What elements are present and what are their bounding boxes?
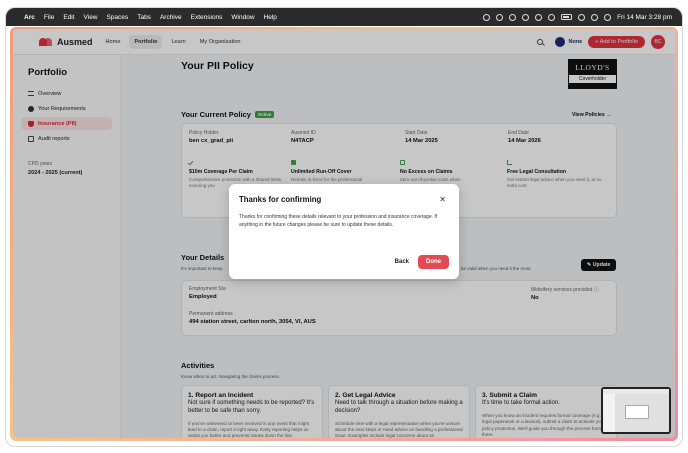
dialog-message: Thanks for confirming these details rele… xyxy=(239,214,438,228)
status-icon[interactable] xyxy=(548,13,556,21)
menu-extensions[interactable]: Extensions xyxy=(191,14,223,21)
status-icon[interactable] xyxy=(522,13,530,21)
wifi-icon[interactable] xyxy=(578,13,586,21)
mac-menubar: Arc File Edit View Spaces Tabs Archive E… xyxy=(6,8,682,26)
status-icon[interactable] xyxy=(483,13,491,21)
status-icon[interactable] xyxy=(535,13,543,21)
dialog-actions: Back Done xyxy=(395,255,449,269)
menu-edit[interactable]: Edit xyxy=(63,14,74,21)
menubar-status-area: Fri 14 Mar 3:28 pm xyxy=(483,13,672,21)
status-icon[interactable] xyxy=(509,13,517,21)
screen-recording-thumbnail[interactable] xyxy=(601,387,671,434)
battery-icon[interactable] xyxy=(561,14,573,20)
back-button[interactable]: Back xyxy=(395,259,409,265)
menu-window[interactable]: Window xyxy=(231,14,254,21)
clock[interactable]: Fri 14 Mar 3:28 pm xyxy=(617,14,672,21)
done-button[interactable]: Done xyxy=(418,255,449,269)
close-icon[interactable]: ✕ xyxy=(439,195,446,204)
menu-file[interactable]: File xyxy=(44,14,54,21)
search-icon[interactable] xyxy=(591,13,599,21)
dialog-title: Thanks for confirming xyxy=(239,195,322,204)
thumbnail-sidebar xyxy=(603,394,615,432)
confirmation-dialog: Thanks for confirming ✕ Thanks for confi… xyxy=(229,184,459,279)
control-center-icon[interactable] xyxy=(604,13,612,21)
menu-tabs[interactable]: Tabs xyxy=(137,14,151,21)
menu-spaces[interactable]: Spaces xyxy=(107,14,129,21)
browser-content: Ausmed Home Portfolio Learn My Organisat… xyxy=(13,29,675,438)
status-icon[interactable] xyxy=(496,13,504,21)
menu-view[interactable]: View xyxy=(84,14,98,21)
thumbnail-dialog xyxy=(625,405,649,419)
menu-archive[interactable]: Archive xyxy=(160,14,182,21)
menu-app-name[interactable]: Arc xyxy=(24,14,35,21)
menu-help[interactable]: Help xyxy=(264,14,277,21)
